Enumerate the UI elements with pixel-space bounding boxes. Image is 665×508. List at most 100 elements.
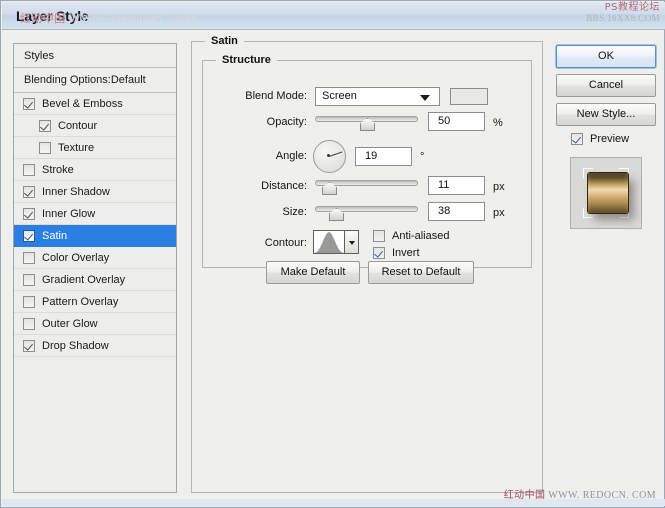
size-slider-groove	[315, 206, 418, 212]
contour-row: Contour: Anti-aliased Invert	[203, 229, 531, 259]
opacity-row: Opacity: 50 %	[203, 112, 531, 135]
style-checkbox[interactable]	[23, 273, 35, 286]
style-row-label: Stroke	[42, 163, 74, 176]
contour-label: Contour:	[264, 237, 307, 249]
invert-option[interactable]: Invert	[373, 247, 420, 259]
size-row: Size: 38 px	[203, 202, 531, 225]
dialog-actions-column: OK Cancel New Style... Preview	[553, 41, 659, 493]
style-row-inner-glow[interactable]: Inner Glow	[14, 203, 176, 225]
distance-label: Distance:	[261, 180, 307, 192]
style-row-label: Bevel & Emboss	[42, 97, 123, 110]
layer-style-dialog: Layer Style 红动中国 WWW. REDOCN. COM PS教程论坛…	[0, 0, 665, 508]
distance-slider[interactable]	[315, 177, 418, 195]
structure-group: Structure Blend Mode: Screen Opacity: 50	[202, 54, 532, 268]
distance-unit: px	[493, 181, 505, 193]
style-checkbox[interactable]	[23, 317, 35, 330]
satin-group-title: Satin	[205, 35, 244, 47]
style-checkbox[interactable]	[23, 97, 35, 110]
chevron-down-icon	[420, 95, 430, 101]
preview-sample-shape	[588, 173, 628, 213]
style-row-label: Contour	[58, 119, 98, 132]
angle-row: Angle: 19 °	[203, 139, 531, 173]
angle-input[interactable]: 19	[355, 147, 412, 166]
style-row-pattern-overlay[interactable]: Pattern Overlay	[14, 291, 176, 313]
window-title: Layer Style	[16, 8, 89, 24]
new-style-button[interactable]: New Style...	[556, 103, 656, 126]
style-row-contour[interactable]: Contour	[14, 115, 176, 137]
style-preview-thumbnail	[570, 157, 642, 229]
angle-dial-hub	[327, 154, 330, 157]
contour-dropdown-button[interactable]	[345, 230, 359, 254]
style-row-bevel-emboss[interactable]: Bevel & Emboss	[14, 93, 176, 115]
satin-group: Satin Structure Blend Mode: Screen Opaci…	[191, 35, 543, 493]
invert-label: Invert	[392, 247, 420, 259]
opacity-slider[interactable]	[315, 113, 418, 131]
style-row-color-overlay[interactable]: Color Overlay	[14, 247, 176, 269]
distance-row: Distance: 11 px	[203, 176, 531, 199]
opacity-value: 50	[438, 115, 451, 127]
style-row-label: Texture	[58, 141, 95, 154]
blending-options-row[interactable]: Blending Options:Default	[14, 68, 176, 93]
style-row-inner-shadow[interactable]: Inner Shadow	[14, 181, 176, 203]
style-checkbox[interactable]	[23, 185, 35, 198]
style-row-label: Drop Shadow	[42, 339, 109, 352]
style-row-gradient-overlay[interactable]: Gradient Overlay	[14, 269, 176, 291]
style-row-label: Gradient Overlay	[42, 273, 126, 286]
style-checkbox[interactable]	[23, 207, 35, 220]
style-checkbox[interactable]	[23, 229, 35, 242]
style-checkbox[interactable]	[23, 339, 35, 352]
style-row-stroke[interactable]: Stroke	[14, 159, 176, 181]
angle-label: Angle:	[275, 150, 307, 162]
style-checkbox[interactable]	[23, 163, 35, 176]
angle-dial-needle	[328, 150, 342, 157]
reset-to-default-button[interactable]: Reset to Default	[368, 261, 474, 284]
style-row-texture[interactable]: Texture	[14, 137, 176, 159]
make-default-button[interactable]: Make Default	[266, 261, 360, 284]
style-row-label: Pattern Overlay	[42, 295, 119, 308]
opacity-unit: %	[493, 117, 503, 129]
size-label: Size:	[282, 206, 307, 218]
preview-option[interactable]: Preview	[571, 133, 629, 145]
style-row-drop-shadow[interactable]: Drop Shadow	[14, 335, 176, 357]
style-checkbox[interactable]	[39, 119, 51, 132]
satin-color-swatch[interactable]	[450, 88, 488, 105]
angle-unit: °	[420, 151, 425, 163]
style-row-label: Color Overlay	[42, 251, 110, 264]
title-bar[interactable]: Layer Style 红动中国 WWW. REDOCN. COM	[2, 2, 665, 30]
style-row-label: Inner Shadow	[42, 185, 110, 198]
anti-aliased-label: Anti-aliased	[392, 230, 450, 242]
distance-value: 11	[438, 179, 450, 191]
ok-button[interactable]: OK	[556, 45, 656, 68]
styles-list-panel[interactable]: Styles Blending Options:Default Bevel & …	[13, 43, 177, 493]
angle-dial[interactable]	[313, 140, 346, 173]
preview-checkbox[interactable]	[571, 133, 583, 145]
blend-mode-select[interactable]: Screen	[315, 87, 440, 106]
contour-preview[interactable]	[313, 230, 345, 254]
distance-input[interactable]: 11	[428, 176, 485, 195]
size-unit: px	[493, 207, 505, 219]
blend-mode-value: Screen	[322, 90, 357, 102]
size-slider[interactable]	[315, 203, 418, 221]
styles-panel-header: Styles	[14, 44, 176, 68]
style-row-outer-glow[interactable]: Outer Glow	[14, 313, 176, 335]
contour-curve-icon	[314, 232, 344, 253]
styles-item-container: Bevel & Emboss Contour Texture Stroke Inner …	[14, 93, 176, 357]
size-value: 38	[438, 205, 451, 217]
style-checkbox[interactable]	[39, 141, 51, 154]
anti-aliased-option[interactable]: Anti-aliased	[373, 230, 449, 242]
invert-checkbox[interactable]	[373, 247, 385, 259]
blend-mode-label: Blend Mode:	[245, 90, 307, 102]
style-checkbox[interactable]	[23, 251, 35, 264]
style-row-satin[interactable]: Satin	[14, 225, 176, 247]
style-checkbox[interactable]	[23, 295, 35, 308]
size-input[interactable]: 38	[428, 202, 485, 221]
style-row-label: Satin	[42, 229, 68, 242]
opacity-input[interactable]: 50	[428, 112, 485, 131]
blend-mode-row: Blend Mode: Screen	[203, 87, 531, 109]
style-row-label: Inner Glow	[42, 207, 96, 220]
dialog-bottom-strip	[2, 499, 665, 506]
style-row-label: Outer Glow	[42, 317, 98, 330]
structure-group-title: Structure	[216, 54, 277, 66]
anti-aliased-checkbox[interactable]	[373, 230, 385, 242]
cancel-button[interactable]: Cancel	[556, 74, 656, 97]
